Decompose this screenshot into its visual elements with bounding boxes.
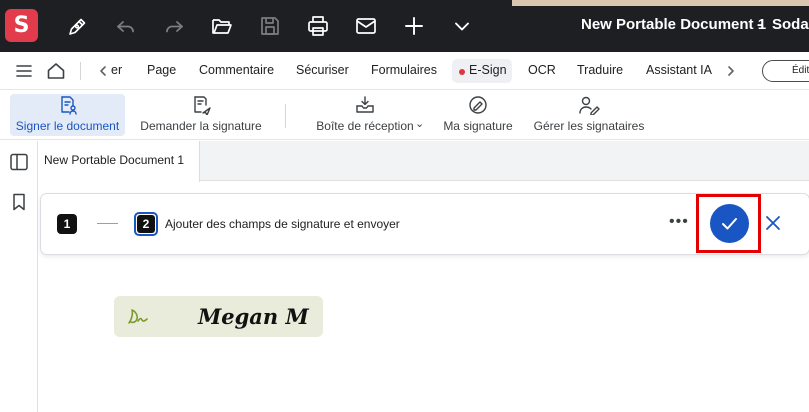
my-signature-button[interactable]: Ma signature	[440, 94, 516, 136]
sign-document-button[interactable]: Signer le document	[10, 94, 125, 136]
menu-item-esign[interactable]: E-Sign	[469, 63, 507, 77]
menu-bar: er Page Commentaire Sécuriser Formulaire…	[0, 52, 809, 90]
menu-item-traduire[interactable]: Traduire	[577, 63, 623, 77]
manage-signers-label: Gérer les signataires	[533, 119, 645, 133]
close-icon[interactable]	[764, 214, 782, 232]
step-connector	[97, 223, 118, 224]
panel-toggle-icon[interactable]	[9, 152, 29, 172]
inbox-dropdown-icon[interactable]: ⌄	[415, 117, 424, 130]
my-signature-label: Ma signature	[443, 119, 513, 133]
plus-icon[interactable]	[402, 14, 426, 38]
left-sidebar-rail	[0, 141, 38, 412]
pen-icon[interactable]	[66, 14, 90, 38]
sign-document-label: Signer le document	[15, 119, 120, 133]
menu-item-ocr[interactable]: OCR	[528, 63, 556, 77]
step-1-badge[interactable]: 1	[57, 214, 77, 234]
title-bar: S New Portable Document 1 - Soda	[0, 0, 809, 52]
step-2-badge[interactable]: 2	[134, 212, 158, 236]
inbox-icon	[354, 95, 376, 115]
chevron-down-icon[interactable]	[450, 14, 474, 38]
request-signature-button[interactable]: Demander la signature	[138, 94, 264, 136]
esign-dot-icon	[459, 69, 465, 75]
menu-item-truncated[interactable]: er	[111, 63, 122, 77]
home-icon[interactable]	[46, 61, 66, 81]
hamburger-menu-icon[interactable]	[14, 61, 34, 81]
app-logo[interactable]: S	[5, 9, 38, 42]
print-icon[interactable]	[306, 14, 330, 38]
inbox-button[interactable]: Boîte de réception ⌄	[303, 94, 427, 136]
request-signature-label: Demander la signature	[140, 119, 262, 133]
desktop-wallpaper-strip	[512, 0, 809, 6]
menu-item-assistant-ia[interactable]: Assistant IA	[646, 63, 712, 77]
request-signature-icon	[190, 95, 212, 116]
ribbon-toolbar: Signer le document Demander la signature…	[0, 90, 809, 140]
checkmark-icon	[722, 218, 737, 230]
menu-divider	[80, 62, 81, 80]
more-options-icon[interactable]: •••	[669, 213, 689, 231]
signature-mark-icon	[128, 309, 148, 324]
menu-item-commentaire[interactable]: Commentaire	[199, 63, 274, 77]
step-2-number: 2	[137, 215, 155, 233]
tab-new-portable-document-1[interactable]: New Portable Document 1	[38, 141, 200, 182]
menu-item-securiser[interactable]: Sécuriser	[296, 63, 349, 77]
my-signature-icon	[467, 95, 489, 115]
title-separator: -	[757, 16, 762, 33]
app-name: Soda P	[772, 16, 809, 33]
save-icon[interactable]	[258, 14, 282, 38]
confirm-button[interactable]	[710, 204, 749, 243]
inbox-label: Boîte de réception	[316, 119, 414, 133]
signature-name: Megan M	[198, 304, 309, 329]
chevron-right-icon[interactable]	[721, 61, 741, 81]
menu-item-formulaires[interactable]: Formulaires	[371, 63, 437, 77]
folder-open-icon[interactable]	[210, 14, 234, 38]
signature-field[interactable]: Megan M	[114, 296, 323, 337]
manage-signers-icon	[578, 95, 600, 116]
menu-item-page[interactable]: Page	[147, 63, 176, 77]
bookmark-icon[interactable]	[9, 192, 29, 212]
mail-icon[interactable]	[354, 14, 378, 38]
undo-icon[interactable]	[114, 14, 138, 38]
edit-mode-button[interactable]: Édition	[762, 60, 809, 82]
step-2-label: Ajouter des champs de signature et envoy…	[165, 217, 400, 231]
ribbon-divider	[285, 104, 286, 128]
redo-icon[interactable]	[162, 14, 186, 38]
sign-document-icon	[57, 95, 79, 115]
manage-signers-button[interactable]: Gérer les signataires	[532, 94, 646, 136]
document-title: New Portable Document 1	[581, 16, 767, 33]
